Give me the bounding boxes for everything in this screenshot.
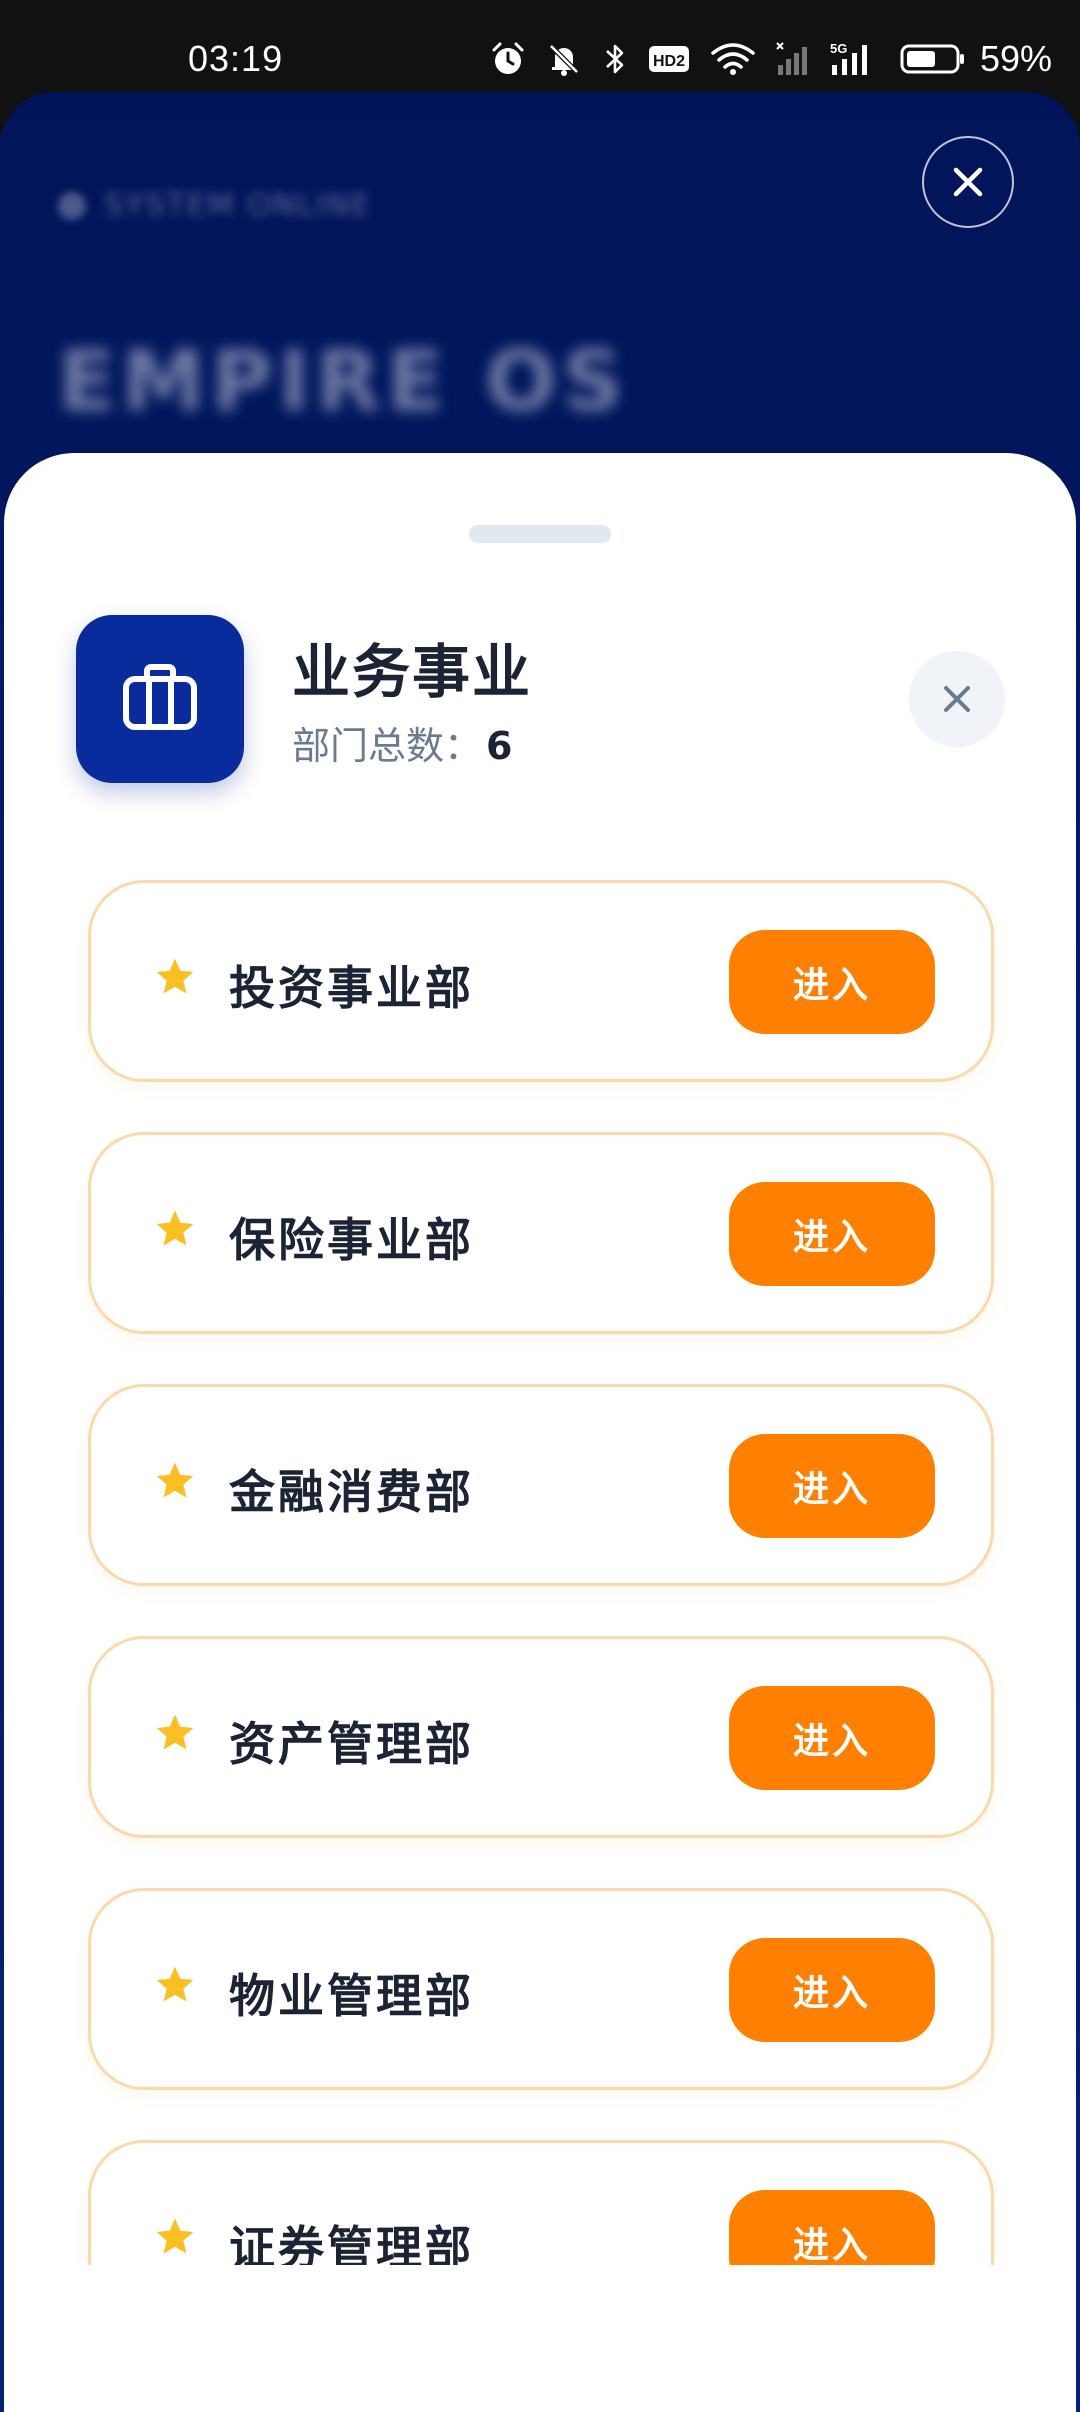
department-sheet: 业务事业 部门总数： 6 投资事业部 进入 保险事业部 进入 金融消费部 进入 资… [4, 453, 1076, 2412]
battery-percent: 59% [979, 38, 1052, 79]
star-icon [156, 2218, 194, 2254]
status-dot [58, 192, 86, 220]
department-card[interactable]: 资产管理部 进入 [88, 1636, 994, 1838]
department-card[interactable]: 保险事业部 进入 [88, 1132, 994, 1334]
background-title: EMPIRE OS [58, 332, 630, 430]
enter-button[interactable]: 进入 [729, 2190, 935, 2265]
star-icon [156, 1462, 194, 1498]
enter-button[interactable]: 进入 [729, 1686, 935, 1790]
status-icons: HD2 5G 59% [490, 34, 1052, 84]
signal-icon [776, 42, 807, 75]
star-icon [156, 1966, 194, 2002]
svg-text:HD2: HD2 [653, 53, 685, 70]
department-name: 证券管理部 [229, 2221, 474, 2265]
status-time: 03:19 [188, 38, 284, 79]
alarm-icon [492, 42, 524, 74]
enter-button[interactable]: 进入 [729, 1182, 935, 1286]
department-name: 资产管理部 [229, 1717, 474, 1771]
enter-button[interactable]: 进入 [729, 930, 935, 1034]
star-icon [156, 958, 194, 994]
department-name: 物业管理部 [229, 1969, 474, 2023]
star-icon [156, 1210, 194, 1246]
department-name: 保险事业部 [229, 1213, 474, 1267]
battery-icon [900, 44, 964, 74]
bluetooth-icon [606, 44, 624, 74]
department-list: 投资事业部 进入 保险事业部 进入 金融消费部 进入 资产管理部 进入 物业管理… [4, 453, 1076, 2265]
department-card[interactable]: 投资事业部 进入 [88, 880, 994, 1082]
close-icon [953, 167, 983, 197]
enter-button[interactable]: 进入 [729, 1434, 935, 1538]
svg-text:5G: 5G [830, 41, 847, 56]
department-name: 金融消费部 [229, 1465, 474, 1519]
enter-button[interactable]: 进入 [729, 1938, 935, 2042]
background-close-button[interactable] [922, 136, 1014, 228]
department-name: 投资事业部 [229, 961, 474, 1015]
hd-icon: HD2 [648, 46, 689, 72]
bell-off-icon [549, 44, 579, 76]
department-card[interactable]: 物业管理部 进入 [88, 1888, 994, 2090]
wifi-icon [711, 43, 755, 75]
star-icon [156, 1714, 194, 1750]
status-bar: 03:19 HD2 5G 59% [0, 0, 1080, 100]
department-card[interactable]: 金融消费部 进入 [88, 1384, 994, 1586]
signal-5g-icon: 5G [830, 41, 867, 75]
background-subtitle: SYSTEM ONLINE [104, 188, 373, 223]
department-card[interactable]: 证券管理部 进入 [88, 2140, 994, 2265]
